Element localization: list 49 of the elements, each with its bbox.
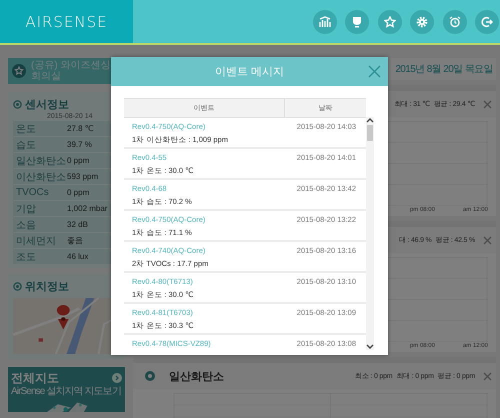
scrollbar[interactable]	[366, 117, 374, 350]
sensor-value: 46 lux	[67, 252, 88, 261]
sensor-label: 온도	[16, 122, 37, 136]
panel-title: 센서정보	[25, 98, 69, 112]
logout-icon	[481, 16, 493, 28]
sensor-value: 39.7 %	[67, 140, 92, 149]
star-icon	[12, 64, 26, 78]
close-icon[interactable]	[483, 236, 492, 244]
close-button[interactable]	[367, 64, 382, 79]
cup-button[interactable]	[345, 10, 369, 34]
settings-button[interactable]	[410, 10, 434, 34]
sensor-label: 조도	[16, 250, 37, 264]
card-title: 전체지도	[11, 371, 59, 385]
bar-chart-icon	[318, 16, 330, 28]
panel-title: 위치정보	[25, 280, 69, 294]
sensor-value: 1,002 mbar	[67, 204, 108, 213]
target-icon	[13, 282, 22, 291]
scroll-thumb[interactable]	[367, 125, 373, 141]
sensor-value: 0 ppm	[67, 156, 90, 165]
close-icon[interactable]	[483, 372, 492, 380]
sensor-label: 습도	[16, 138, 37, 152]
dialog-title: 이벤트 메시지	[214, 65, 284, 79]
sensor-value: 0 ppm	[67, 188, 90, 197]
logout-button[interactable]	[475, 10, 499, 34]
settings-icon	[416, 16, 428, 28]
star-icon	[384, 16, 396, 28]
alarm-clock-button[interactable]	[442, 10, 466, 34]
sensor-value: 593 ppm	[67, 172, 98, 181]
sensor-value: 27.8 ℃	[67, 124, 94, 133]
sensor-label: 소음	[16, 218, 37, 232]
chart-title: 일산화탄소	[169, 370, 224, 384]
cup-icon	[351, 16, 363, 28]
alarm-clock-icon	[448, 16, 460, 28]
sensor-label: TVOCs	[16, 187, 50, 198]
target-icon	[13, 100, 22, 109]
star-button[interactable]	[378, 10, 402, 34]
sensor-label: 미세먼지	[16, 234, 57, 248]
sensor-label: 기압	[16, 202, 37, 216]
logo: AIRSENSE	[25, 12, 108, 30]
sensor-icon	[145, 371, 155, 381]
bar-chart-button[interactable]	[312, 10, 336, 34]
room-name: (공유) 와이즈센싱회의실	[31, 60, 112, 82]
sensor-value: 좋음	[67, 235, 83, 246]
close-icon[interactable]	[483, 100, 492, 108]
date-label: 2015년 8월 20일 목요일	[395, 63, 493, 76]
card-subtitle: AirSense 설치지역 지도보기	[11, 386, 122, 398]
sensor-label: 일산화탄소	[16, 154, 67, 168]
sensor-label: 이산화탄소	[16, 170, 67, 184]
sensor-value: 32 dB	[67, 220, 88, 229]
